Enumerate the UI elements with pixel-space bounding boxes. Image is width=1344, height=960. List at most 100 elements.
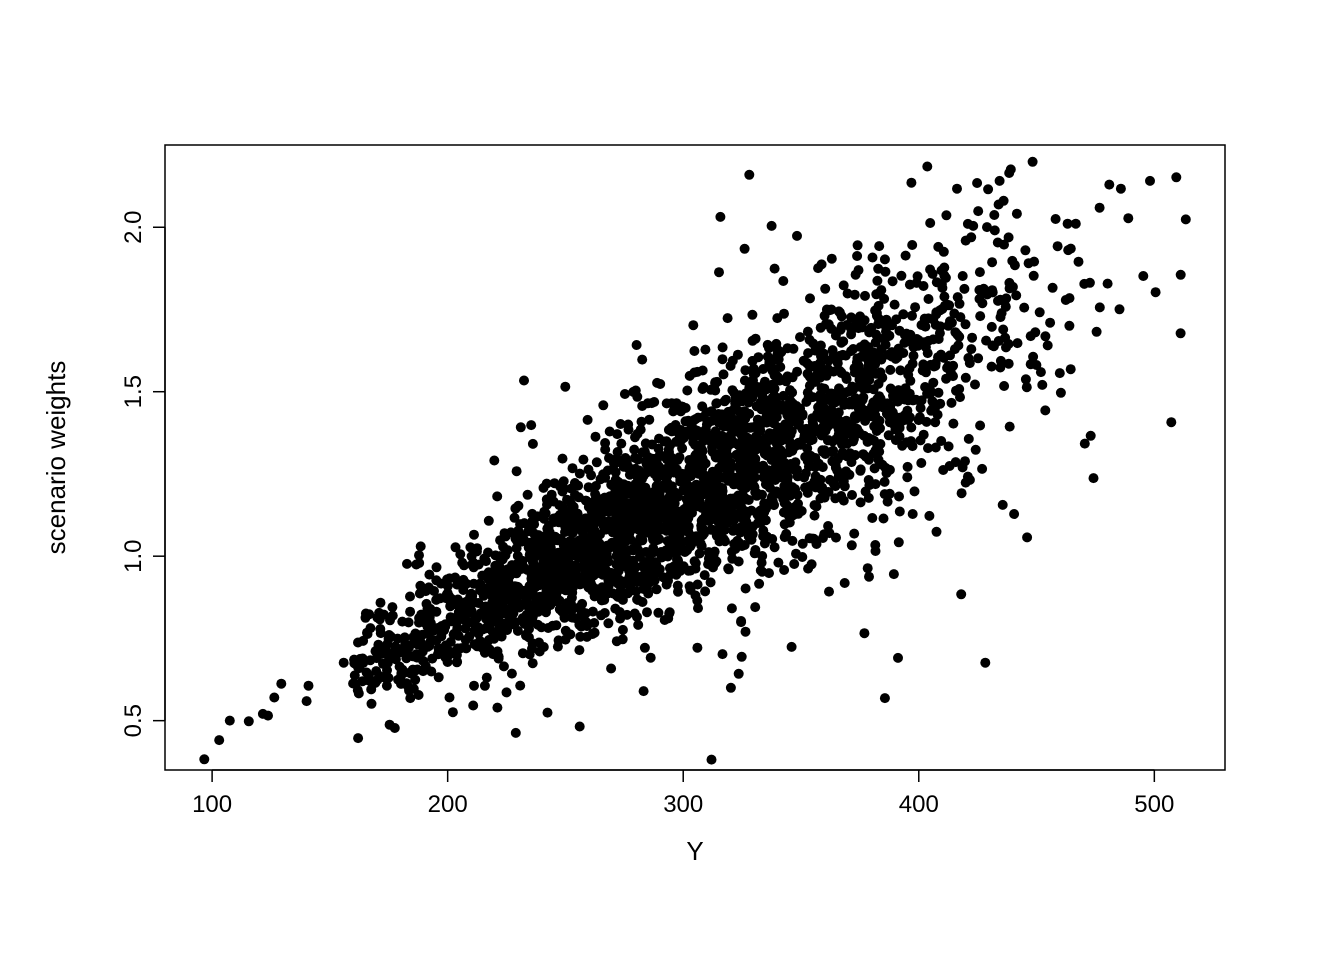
data-point bbox=[691, 492, 701, 502]
data-point bbox=[580, 560, 590, 570]
data-point bbox=[718, 649, 728, 659]
data-point bbox=[1004, 278, 1014, 288]
data-point bbox=[507, 669, 517, 679]
data-point bbox=[529, 559, 539, 569]
data-point bbox=[638, 597, 648, 607]
data-point bbox=[622, 513, 632, 523]
data-point bbox=[803, 388, 813, 398]
data-point bbox=[837, 311, 847, 321]
data-point bbox=[618, 634, 628, 644]
data-point bbox=[915, 412, 925, 422]
data-point bbox=[646, 503, 656, 513]
data-point bbox=[859, 628, 869, 638]
data-point bbox=[910, 486, 920, 496]
data-point bbox=[810, 511, 820, 521]
data-point bbox=[834, 383, 844, 393]
data-point bbox=[880, 693, 890, 703]
data-point bbox=[665, 540, 675, 550]
data-point bbox=[756, 397, 766, 407]
data-point bbox=[541, 607, 551, 617]
data-point bbox=[605, 427, 615, 437]
data-point bbox=[662, 398, 672, 408]
data-point bbox=[1095, 203, 1105, 213]
data-point bbox=[1012, 209, 1022, 219]
data-point bbox=[726, 683, 736, 693]
data-point bbox=[244, 716, 254, 726]
data-point bbox=[753, 352, 763, 362]
data-point bbox=[713, 516, 723, 526]
data-point bbox=[727, 385, 737, 395]
data-point bbox=[646, 653, 656, 663]
data-point bbox=[385, 615, 395, 625]
data-point bbox=[954, 332, 964, 342]
data-point bbox=[701, 509, 711, 519]
data-point bbox=[952, 184, 962, 194]
data-point bbox=[875, 423, 885, 433]
data-point bbox=[989, 210, 999, 220]
data-point bbox=[548, 573, 558, 583]
data-point bbox=[469, 681, 479, 691]
data-point bbox=[999, 381, 1009, 391]
data-point bbox=[910, 302, 920, 312]
data-point bbox=[644, 549, 654, 559]
data-point bbox=[799, 473, 809, 483]
data-point bbox=[669, 521, 679, 531]
data-point bbox=[770, 542, 780, 552]
data-point bbox=[339, 658, 349, 668]
data-point bbox=[651, 559, 661, 569]
data-point bbox=[711, 399, 721, 409]
data-point bbox=[523, 490, 533, 500]
data-point bbox=[1053, 241, 1063, 251]
data-point bbox=[415, 589, 425, 599]
data-point bbox=[867, 513, 877, 523]
data-point bbox=[902, 329, 912, 339]
data-point bbox=[609, 491, 619, 501]
data-point bbox=[550, 548, 560, 558]
data-point bbox=[874, 241, 884, 251]
data-point bbox=[557, 607, 567, 617]
data-point bbox=[1064, 321, 1074, 331]
data-point bbox=[885, 489, 895, 499]
data-point bbox=[762, 532, 772, 542]
data-point bbox=[568, 463, 578, 473]
data-point bbox=[786, 439, 796, 449]
data-point bbox=[838, 448, 848, 458]
data-point bbox=[1040, 405, 1050, 415]
data-point bbox=[586, 537, 596, 547]
data-point bbox=[1026, 331, 1036, 341]
data-point bbox=[853, 361, 863, 371]
data-point bbox=[919, 281, 929, 291]
data-point bbox=[740, 365, 750, 375]
data-point bbox=[446, 616, 456, 626]
data-point bbox=[805, 335, 815, 345]
data-point bbox=[752, 384, 762, 394]
data-point bbox=[756, 517, 766, 527]
data-point bbox=[791, 549, 801, 559]
data-point bbox=[759, 472, 769, 482]
data-point bbox=[843, 387, 853, 397]
data-point bbox=[961, 373, 971, 383]
scatter-plot: 1002003004005000.51.01.52.0 Yscenario we… bbox=[0, 0, 1344, 960]
data-point bbox=[603, 618, 613, 628]
data-point bbox=[932, 277, 942, 287]
data-point bbox=[679, 521, 689, 531]
data-point bbox=[785, 417, 795, 427]
data-point bbox=[618, 488, 628, 498]
data-point bbox=[258, 709, 268, 719]
data-point bbox=[763, 352, 773, 362]
data-point bbox=[916, 435, 926, 445]
data-point bbox=[513, 582, 523, 592]
data-point bbox=[810, 476, 820, 486]
data-point bbox=[902, 472, 912, 482]
data-point bbox=[826, 324, 836, 334]
data-point bbox=[924, 511, 934, 521]
data-point bbox=[639, 686, 649, 696]
data-point bbox=[559, 476, 569, 486]
data-point bbox=[928, 315, 938, 325]
data-point bbox=[948, 361, 958, 371]
data-point bbox=[472, 641, 482, 651]
data-point bbox=[837, 368, 847, 378]
data-point bbox=[199, 754, 209, 764]
data-point bbox=[366, 684, 376, 694]
data-point bbox=[765, 483, 775, 493]
